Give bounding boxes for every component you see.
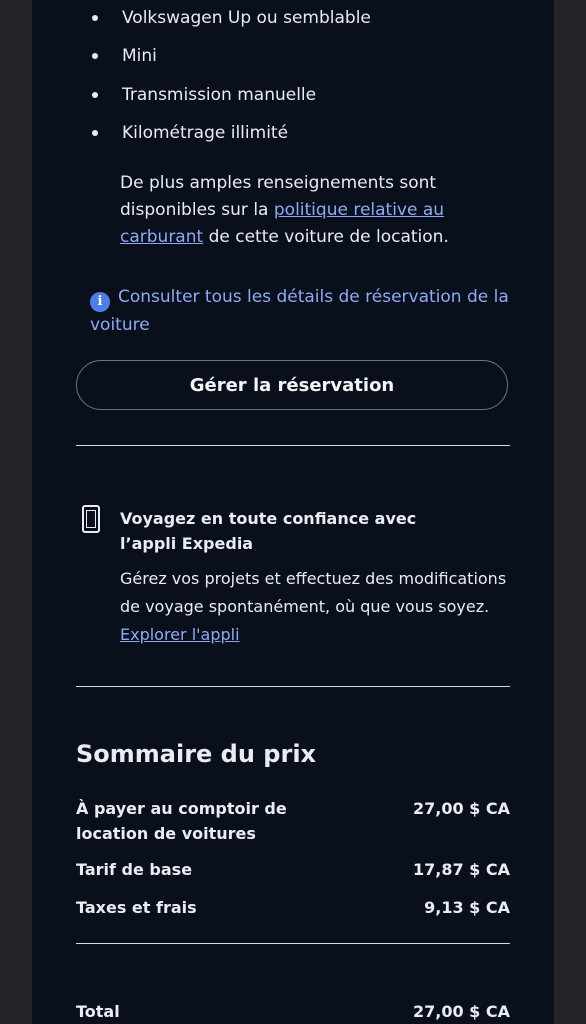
page-content: Volkswagen Up ou semblable Mini Transmis… [32, 0, 554, 1024]
feature-label: Mini [122, 46, 157, 66]
feature-label: Volkswagen Up ou semblable [122, 8, 371, 28]
explore-app-link[interactable]: Explorer l'appli [120, 625, 240, 644]
divider [76, 943, 510, 944]
total-label: Total [76, 1002, 120, 1021]
info-icon: i [90, 292, 110, 312]
price-summary-title: Sommaire du prix [76, 740, 317, 768]
app-promo-body: Gérez vos projets et effectuez des modif… [120, 565, 520, 649]
bullet-icon [92, 53, 98, 59]
reservation-details-link[interactable]: i Consulter tous les détails de réservati… [90, 284, 530, 339]
manage-reservation-button[interactable]: Gérer la réservation [76, 360, 508, 410]
app-promo-title: Voyagez en toute confiance avec l’appli … [120, 509, 417, 553]
reservation-details-label: Consulter tous les détails de réservatio… [90, 287, 509, 335]
price-row-value: 17,87 $ CA [412, 860, 510, 879]
bullet-icon [92, 92, 98, 98]
total-value: 27,00 $ CA [412, 1002, 510, 1021]
fuel-policy-text: De plus amples renseignements sont dispo… [120, 170, 520, 251]
price-row-label: À payer au comptoir de location de voitu… [76, 799, 287, 843]
divider [76, 445, 510, 446]
divider [76, 686, 510, 687]
fuel-policy-suffix: de cette voiture de location. [203, 227, 449, 247]
feature-label: Transmission manuelle [122, 85, 317, 105]
bullet-icon [92, 15, 98, 21]
price-row-label: Taxes et frais [76, 898, 197, 917]
feature-label: Kilométrage illimité [122, 123, 289, 143]
price-row-label: Tarif de base [76, 860, 193, 879]
app-promo-text: Gérez vos projets et effectuez des modif… [120, 569, 507, 616]
price-row-value: 9,13 $ CA [424, 898, 510, 917]
bullet-icon [92, 130, 98, 136]
phone-icon [82, 505, 100, 533]
price-row-value: 27,00 $ CA [412, 799, 510, 818]
